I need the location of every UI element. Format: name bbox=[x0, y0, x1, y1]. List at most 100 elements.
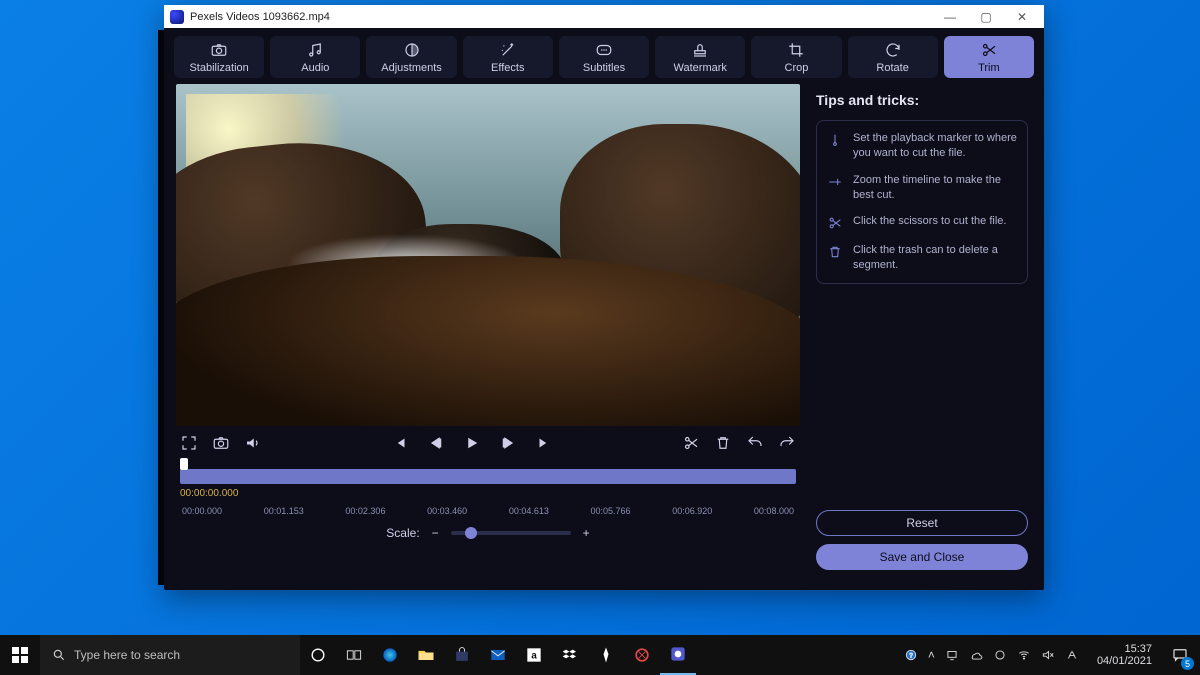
wifi-icon[interactable] bbox=[1017, 648, 1031, 662]
play-icon[interactable] bbox=[463, 434, 481, 452]
store-icon[interactable] bbox=[444, 635, 480, 675]
button-label: Save and Close bbox=[880, 550, 965, 564]
tick-label: 00:06.920 bbox=[672, 506, 712, 516]
timeline-ticks: 00:00.000 00:01.153 00:02.306 00:03.460 … bbox=[180, 488, 796, 516]
stamp-icon bbox=[691, 41, 709, 59]
tab-rotate[interactable]: Rotate bbox=[848, 36, 938, 78]
mail-icon[interactable] bbox=[480, 635, 516, 675]
taskbar-search[interactable]: Type here to search bbox=[40, 635, 300, 675]
tab-effects[interactable]: Effects bbox=[463, 36, 553, 78]
timeline[interactable]: 00:00:00.000 00:00.000 00:01.153 00:02.3… bbox=[176, 458, 800, 516]
close-button[interactable]: ✕ bbox=[1004, 5, 1040, 28]
edge-icon[interactable] bbox=[372, 635, 408, 675]
scale-slider[interactable] bbox=[451, 531, 571, 535]
timeline-clip[interactable] bbox=[180, 469, 796, 484]
contrast-icon bbox=[403, 41, 421, 59]
save-and-close-button[interactable]: Save and Close bbox=[816, 544, 1028, 570]
taskbar-pinned: a bbox=[300, 635, 696, 675]
zoom-in-button[interactable]: + bbox=[583, 526, 590, 540]
maximize-button[interactable]: ▢ bbox=[968, 5, 1004, 28]
scissors-icon bbox=[980, 41, 998, 59]
step-forward-icon[interactable] bbox=[499, 434, 517, 452]
taskbar-clock[interactable]: 15:37 04/01/2021 bbox=[1089, 643, 1160, 667]
tab-label: Subtitles bbox=[583, 62, 625, 74]
trash-icon[interactable] bbox=[714, 434, 732, 452]
app-icon-red[interactable] bbox=[624, 635, 660, 675]
tab-audio[interactable]: Audio bbox=[270, 36, 360, 78]
scale-control: Scale: − + bbox=[176, 516, 800, 548]
step-back-icon[interactable] bbox=[427, 434, 445, 452]
reset-button[interactable]: Reset bbox=[816, 510, 1028, 536]
language-icon[interactable] bbox=[1065, 648, 1079, 662]
tick-label: 00:08.000 bbox=[754, 506, 794, 516]
skip-start-icon[interactable] bbox=[391, 434, 409, 452]
system-tray[interactable]: ? ˄ bbox=[894, 648, 1089, 662]
playback-controls bbox=[176, 426, 800, 458]
tab-label: Trim bbox=[978, 62, 1000, 74]
zoom-icon bbox=[827, 174, 843, 190]
tip-item: Zoom the timeline to make the best cut. bbox=[827, 173, 1017, 203]
button-label: Reset bbox=[906, 516, 937, 530]
bass-icon[interactable] bbox=[993, 648, 1007, 662]
tip-text: Click the trash can to delete a segment. bbox=[853, 243, 1017, 273]
onedrive-icon[interactable] bbox=[969, 648, 983, 662]
zoom-out-button[interactable]: − bbox=[432, 526, 439, 540]
amazon-icon[interactable]: a bbox=[516, 635, 552, 675]
help-icon[interactable]: ? bbox=[904, 648, 918, 662]
windows-taskbar[interactable]: Type here to search a ? ˄ 15:37 04/01/20… bbox=[0, 635, 1200, 675]
action-center-button[interactable]: 5 bbox=[1160, 635, 1200, 675]
tick-label: 00:03.460 bbox=[427, 506, 467, 516]
tab-label: Stabilization bbox=[189, 62, 248, 74]
magic-wand-icon bbox=[499, 41, 517, 59]
undo-icon[interactable] bbox=[746, 434, 764, 452]
timecode-readout: 00:00:00.000 bbox=[180, 488, 238, 499]
fullscreen-icon[interactable] bbox=[180, 434, 198, 452]
svg-text:?: ? bbox=[909, 652, 913, 659]
tab-label: Rotate bbox=[876, 62, 908, 74]
svg-text:a: a bbox=[531, 650, 537, 661]
dropbox-icon[interactable] bbox=[552, 635, 588, 675]
music-note-icon bbox=[306, 41, 324, 59]
video-preview[interactable] bbox=[176, 84, 800, 426]
tab-label: Watermark bbox=[674, 62, 727, 74]
snapshot-icon[interactable] bbox=[212, 434, 230, 452]
tick-label: 00:01.153 bbox=[264, 506, 304, 516]
active-app-icon[interactable] bbox=[660, 635, 696, 675]
tray-chevron-up-icon[interactable]: ˄ bbox=[928, 648, 935, 662]
tab-stabilization[interactable]: Stabilization bbox=[174, 36, 264, 78]
file-explorer-icon[interactable] bbox=[408, 635, 444, 675]
cut-icon[interactable] bbox=[682, 434, 700, 452]
titlebar[interactable]: Pexels Videos 1093662.mp4 — ▢ ✕ bbox=[164, 5, 1044, 28]
tick-label: 00:00.000 bbox=[182, 506, 222, 516]
volume-mute-icon[interactable] bbox=[1041, 648, 1055, 662]
marker-icon bbox=[827, 132, 843, 148]
rotate-icon bbox=[884, 41, 902, 59]
tips-panel: Set the playback marker to where you wan… bbox=[816, 120, 1028, 284]
tip-item: Set the playback marker to where you wan… bbox=[827, 131, 1017, 161]
clock-date: 04/01/2021 bbox=[1097, 655, 1152, 667]
scale-slider-knob[interactable] bbox=[465, 527, 477, 539]
tray-icon[interactable] bbox=[945, 648, 959, 662]
playhead-marker[interactable] bbox=[180, 458, 188, 470]
tab-subtitles[interactable]: Subtitles bbox=[559, 36, 649, 78]
crop-icon bbox=[787, 41, 805, 59]
subtitles-icon bbox=[595, 41, 613, 59]
app-icon-generic[interactable] bbox=[588, 635, 624, 675]
tab-trim[interactable]: Trim bbox=[944, 36, 1034, 78]
start-button[interactable] bbox=[0, 635, 40, 675]
cortana-icon[interactable] bbox=[300, 635, 336, 675]
minimize-button[interactable]: — bbox=[932, 5, 968, 28]
skip-end-icon[interactable] bbox=[535, 434, 553, 452]
tab-adjustments[interactable]: Adjustments bbox=[366, 36, 456, 78]
volume-icon[interactable] bbox=[244, 434, 262, 452]
editor-window: Pexels Videos 1093662.mp4 — ▢ ✕ Stabiliz… bbox=[164, 5, 1044, 590]
tab-crop[interactable]: Crop bbox=[751, 36, 841, 78]
scale-label: Scale: bbox=[386, 526, 419, 540]
notification-badge: 5 bbox=[1181, 657, 1194, 670]
window-title: Pexels Videos 1093662.mp4 bbox=[190, 11, 330, 23]
tick-label: 00:04.613 bbox=[509, 506, 549, 516]
redo-icon[interactable] bbox=[778, 434, 796, 452]
tab-watermark[interactable]: Watermark bbox=[655, 36, 745, 78]
scissors-icon bbox=[827, 215, 843, 231]
task-view-icon[interactable] bbox=[336, 635, 372, 675]
